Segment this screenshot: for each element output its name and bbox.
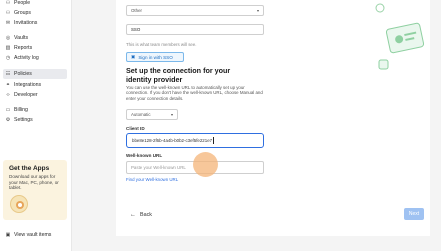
provider-name-field[interactable]: SSO [126, 24, 264, 35]
people-icon: ⚇ [5, 0, 11, 6]
groups-icon: ⚇ [5, 9, 11, 16]
billing-icon: ▭ [5, 106, 11, 113]
activity-log-icon: ◷ [5, 54, 11, 61]
sidebar-item-billing[interactable]: ▭ Billing [0, 105, 72, 115]
policies-icon: ☷ [5, 70, 11, 77]
next-button[interactable]: Next [404, 208, 424, 220]
vaults-icon: ◎ [5, 34, 11, 41]
chevron-down-icon: ▾ [170, 112, 173, 117]
sidebar-item-label: Groups [14, 10, 32, 16]
sso-illustration [370, 0, 430, 90]
provider-select-value: Other [131, 8, 142, 13]
client-id-label: Client ID [126, 126, 145, 131]
sidebar-item-policies[interactable]: ☷ Policies [3, 69, 67, 79]
client-id-value: bbe8e128-2f6b-4a4b-b0b2-c3ef5fe221e7 [132, 138, 213, 143]
apps-card-description: Download our apps for your Mac, PC, phon… [9, 174, 59, 191]
arrow-left-icon: ← [130, 212, 136, 218]
sidebar-item-settings[interactable]: ⚙ Settings [0, 115, 72, 125]
connection-title: Set up the connection for your identity … [126, 66, 231, 84]
sidebar-item-developer[interactable]: ‹› Developer [0, 90, 72, 100]
provider-name-value: SSO [131, 27, 141, 32]
reports-icon: ▥ [5, 44, 11, 51]
sidebar-item-label: Reports [14, 45, 33, 51]
client-id-input[interactable]: bbe8e128-2f6b-4a4b-b0b2-c3ef5fe221e7 [126, 133, 264, 148]
sidebar-item-reports[interactable]: ▥ Reports [0, 43, 72, 53]
sidebar-item-label: People [14, 0, 31, 6]
apps-illustration-icon [10, 195, 28, 213]
settings-icon: ⚙ [5, 116, 11, 123]
developer-icon: ‹› [6, 91, 10, 98]
sidebar-item-label: Policies [14, 71, 32, 77]
wellknown-url-label: Well-known URL [126, 153, 163, 158]
wellknown-url-placeholder: Paste your Well-known URL [131, 165, 186, 170]
sidebar-item-label: Billing [14, 107, 28, 113]
invitations-icon: ✉ [5, 19, 11, 26]
sidebar-item-invitations[interactable]: ✉ Invitations [0, 18, 72, 28]
sso-button-label: Sign in with SSO [138, 54, 173, 60]
find-wellknown-url-link[interactable]: Find your Well-known URL [126, 177, 178, 182]
text-cursor [213, 137, 214, 144]
sidebar-item-label: Activity log [14, 55, 39, 61]
sidebar-item-label: Vaults [14, 35, 29, 41]
connection-description: You can use the well-known URL to automa… [126, 85, 263, 101]
apps-card-title: Get the Apps [9, 165, 50, 172]
sign-in-with-sso-button[interactable]: ▣ Sign in with SSO [126, 52, 184, 62]
sidebar-item-integrations[interactable]: ⚭ Integrations [0, 80, 72, 90]
method-select-value: Automatic [131, 112, 151, 117]
vault-items-icon: ▣ [5, 231, 11, 238]
sidebar-item-label: Developer [14, 92, 38, 98]
method-select[interactable]: Automatic ▾ [126, 109, 178, 120]
chevron-down-icon: ▾ [256, 8, 259, 13]
touch-indicator [193, 152, 218, 177]
sidebar-item-people[interactable]: ⚇ People [0, 0, 72, 8]
sidebar-item-label: Integrations [14, 82, 42, 88]
button-hint-text: This is what team members will see. [126, 42, 197, 47]
back-button-label: Back [140, 212, 152, 218]
sidebar-item-activity-log[interactable]: ◷ Activity log [0, 53, 72, 63]
integrations-icon: ⚭ [5, 81, 11, 88]
back-button[interactable]: ← Back [130, 212, 152, 218]
sso-key-icon: ▣ [131, 54, 136, 59]
sidebar-item-label: Invitations [14, 20, 38, 26]
sidebar-item-groups[interactable]: ⚇ Groups [0, 8, 72, 18]
get-apps-card[interactable]: Get the Apps Download our apps for your … [3, 160, 67, 220]
sidebar-item-vaults[interactable]: ◎ Vaults [0, 33, 72, 43]
provider-select[interactable]: Other ▾ [126, 5, 264, 16]
sidebar-item-label: Settings [14, 117, 33, 123]
sidebar: ⚇ People ⚇ Groups ✉ Invitations ◎ Vaults… [0, 0, 72, 251]
view-vault-items-label: View vault items [14, 232, 52, 238]
identity-card-icon [375, 3, 425, 70]
view-vault-items-button[interactable]: ▣ View vault items [0, 230, 72, 240]
